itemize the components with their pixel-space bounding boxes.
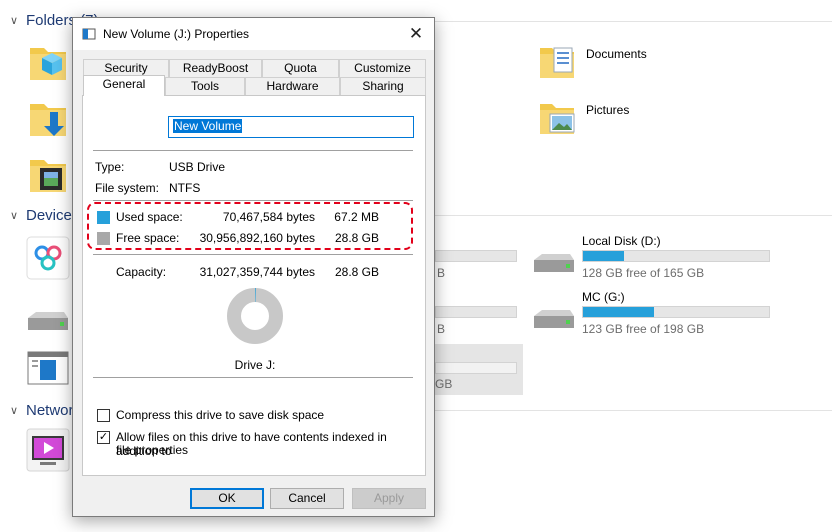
drive-icon — [534, 310, 574, 328]
downloads-folder-icon[interactable] — [26, 96, 70, 140]
close-icon: ✕ — [408, 24, 424, 43]
folder-item-pictures[interactable]: Pictures — [538, 98, 629, 138]
drive-usage-fill — [583, 307, 654, 317]
tab-label: Customize — [354, 61, 411, 75]
documents-folder-icon — [540, 47, 574, 78]
tab-label: Hardware — [266, 79, 319, 93]
tab-general[interactable]: General — [83, 75, 165, 96]
folder-item-documents[interactable]: Documents — [538, 42, 647, 82]
tab-label: Security — [104, 61, 148, 75]
drive-icon[interactable] — [26, 300, 70, 344]
media-device-icon[interactable] — [26, 428, 70, 472]
partial-drive-bar — [435, 362, 517, 374]
partial-drive-bar — [435, 250, 517, 262]
tab-quota[interactable]: Quota — [262, 59, 339, 77]
chevron-down-icon: ∨ — [10, 405, 19, 417]
folder-label: Documents — [586, 47, 647, 61]
drive-item-local-disk-d[interactable]: Local Disk (D:) 128 GB free of 165 GB — [532, 234, 792, 282]
tab-customize[interactable]: Customize — [339, 59, 426, 77]
pictures-folder-icon — [540, 104, 575, 134]
drive-name: MC (G:) — [582, 290, 625, 304]
dialog-titlebar[interactable]: New Volume (J:) Properties ✕ — [73, 18, 434, 50]
drive-letter-label: Drive J: — [234, 358, 276, 372]
tab-readyboost[interactable]: ReadyBoost — [169, 59, 262, 77]
separator — [93, 200, 413, 201]
tab-label: ReadyBoost — [182, 61, 249, 75]
index-label-line2: file properties — [116, 443, 189, 457]
partial-drive-bar — [435, 306, 517, 318]
properties-dialog: New Volume (J:) Properties ✕ Security Re… — [72, 17, 435, 517]
capacity-size: 28.8 GB — [334, 265, 379, 279]
tab-hardware[interactable]: Hardware — [245, 77, 340, 95]
capacity-label: Capacity: — [116, 265, 167, 279]
volume-name-text: New Volume — [173, 119, 243, 133]
free-space-swatch — [97, 232, 110, 245]
tab-label: Tools — [190, 79, 219, 93]
volume-name-input[interactable]: New Volume — [168, 116, 414, 138]
used-space-size: 67.2 MB — [334, 210, 379, 224]
drive-icon — [534, 254, 574, 272]
3d-objects-folder-icon[interactable] — [26, 40, 70, 84]
tab-sharing[interactable]: Sharing — [340, 77, 426, 95]
used-space-swatch — [97, 211, 110, 224]
separator — [93, 254, 413, 255]
general-tab-panel: New Volume Type: USB Drive File system: … — [82, 95, 426, 476]
chevron-down-icon: ∨ — [10, 210, 19, 222]
app-device-icon[interactable] — [26, 236, 70, 280]
drive-item-mc-g[interactable]: MC (G:) 123 GB free of 198 GB — [532, 290, 792, 338]
drive-usage-bar — [582, 306, 770, 318]
type-value: USB Drive — [169, 160, 226, 174]
window-device-icon[interactable] — [26, 348, 70, 392]
ok-button[interactable]: OK — [190, 488, 264, 509]
usb-drive-icon — [98, 119, 130, 135]
drive-name: Local Disk (D:) — [582, 234, 661, 248]
used-space-bytes: 70,467,584 bytes — [222, 210, 315, 224]
network-section-header[interactable]: ∨ Network — [10, 402, 81, 419]
cancel-button[interactable]: Cancel — [270, 488, 344, 509]
drive-title-icon — [82, 28, 96, 40]
usage-donut-chart — [227, 288, 283, 344]
partial-drive-text: B — [437, 322, 446, 336]
tab-label: Quota — [284, 61, 317, 75]
compress-label: Compress this drive to save disk space — [116, 408, 325, 422]
drive-free-text: 123 GB free of 198 GB — [582, 322, 705, 336]
folder-label: Pictures — [586, 103, 630, 117]
tab-label: General — [102, 77, 146, 91]
tab-label: Sharing — [362, 79, 404, 93]
free-space-bytes: 30,956,892,160 bytes — [199, 231, 315, 245]
partial-drive-text: B — [437, 266, 446, 280]
free-space-size: 28.8 GB — [334, 231, 379, 245]
apply-button[interactable]: Apply — [352, 488, 426, 509]
drive-free-text: 128 GB free of 165 GB — [582, 266, 705, 280]
partial-drive-text: GB — [435, 377, 453, 391]
capacity-bytes: 31,027,359,744 bytes — [199, 265, 315, 279]
filesystem-value: NTFS — [169, 181, 201, 195]
chevron-down-icon: ∨ — [10, 15, 19, 27]
drive-usage-fill — [583, 251, 624, 261]
index-checkbox[interactable]: ✓ — [97, 431, 110, 444]
drive-usage-bar — [582, 250, 770, 262]
devices-section-header[interactable]: ∨ Devices — [10, 207, 79, 224]
dialog-title: New Volume (J:) Properties — [103, 27, 250, 41]
videos-folder-icon[interactable] — [26, 152, 70, 196]
tab-tools[interactable]: Tools — [165, 77, 245, 95]
separator — [93, 377, 413, 378]
selected-drive-tile[interactable]: GB — [435, 344, 523, 395]
separator — [93, 150, 413, 151]
type-label: Type: — [95, 160, 125, 174]
filesystem-label: File system: — [95, 181, 160, 195]
compress-checkbox[interactable] — [97, 409, 110, 422]
close-button[interactable]: ✕ — [398, 18, 434, 50]
